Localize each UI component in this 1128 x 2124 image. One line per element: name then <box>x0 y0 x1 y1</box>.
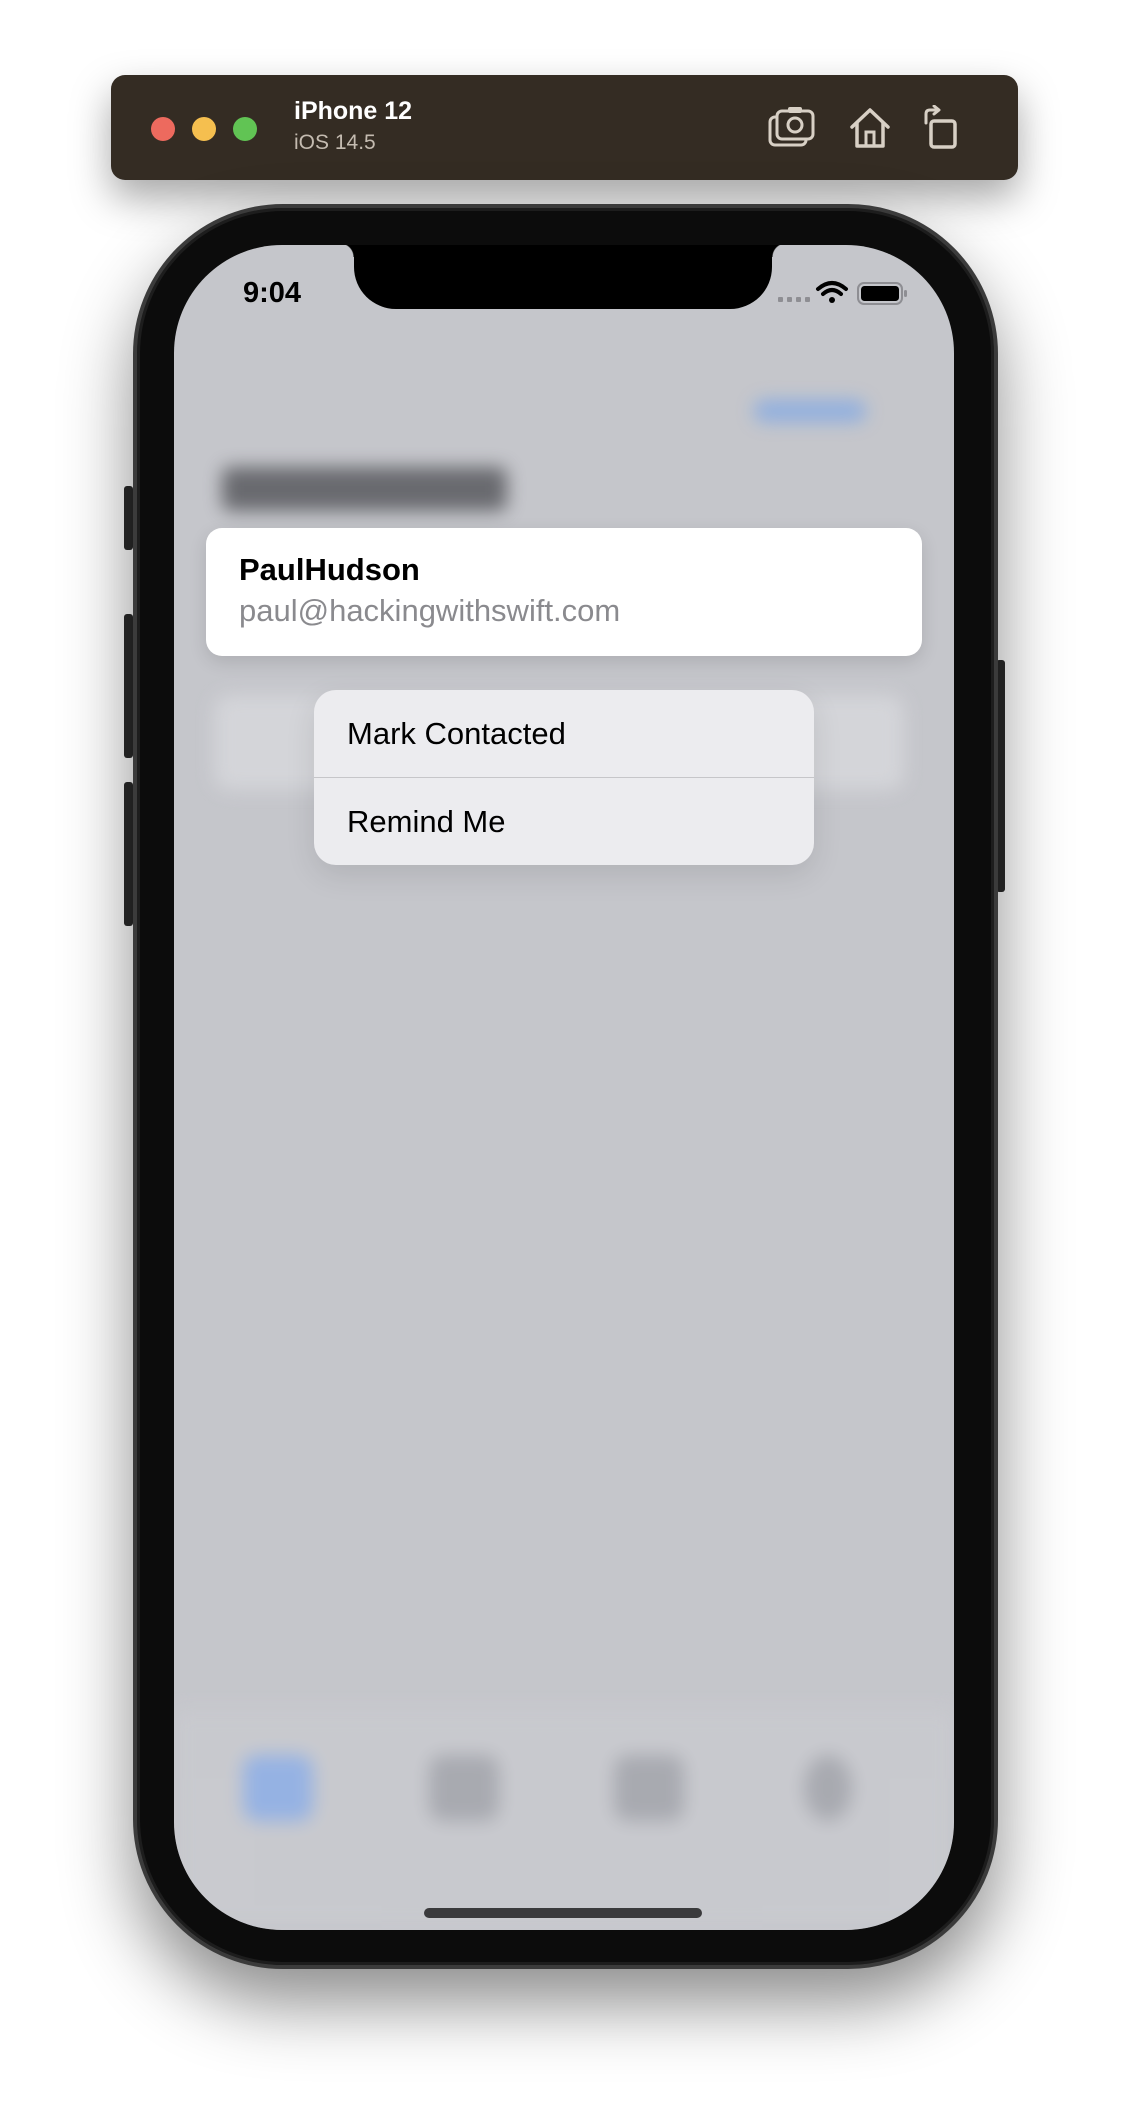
camera-icon <box>768 107 815 147</box>
device-screen: 9:04 PaulHudson paul@hackingwithswift.co… <box>174 245 954 1930</box>
status-time: 9:04 <box>243 277 302 309</box>
status-icons <box>778 279 918 309</box>
home-indicator[interactable] <box>424 1908 702 1918</box>
contact-email: paul@hackingwithswift.com <box>239 593 621 628</box>
window-close-button[interactable] <box>151 117 175 141</box>
home-button[interactable] <box>846 105 894 151</box>
blurred-background-app <box>174 245 954 1930</box>
blurred-tab-icon <box>804 1755 852 1821</box>
rotate-button[interactable] <box>921 104 961 151</box>
home-icon <box>850 108 890 148</box>
menu-item-remind-me[interactable]: Remind Me <box>314 778 814 865</box>
simulator-os-version: iOS 14.5 <box>294 131 376 154</box>
blurred-tab-icon <box>429 1755 499 1821</box>
silent-switch <box>124 486 133 550</box>
rotate-icon <box>924 104 957 149</box>
screenshot-button[interactable] <box>768 105 816 151</box>
window-zoom-button[interactable] <box>233 117 257 141</box>
signal-icon <box>778 297 810 302</box>
contact-preview-card: PaulHudson paul@hackingwithswift.com <box>206 528 922 656</box>
blurred-tab-icon <box>243 1755 313 1821</box>
battery-icon <box>857 282 907 305</box>
volume-down-button <box>124 782 133 926</box>
volume-up-button <box>124 614 133 758</box>
context-menu: Mark Contacted Remind Me <box>314 690 814 865</box>
blurred-tab-icon <box>614 1755 684 1821</box>
wifi-icon <box>816 281 848 303</box>
blurred-nav-button <box>754 400 866 422</box>
notch <box>340 245 786 309</box>
simulator-device-name: iPhone 12 <box>294 97 413 125</box>
menu-item-mark-contacted[interactable]: Mark Contacted <box>314 690 814 777</box>
simulator-title-bar: iPhone 12 iOS 14.5 <box>111 75 1018 180</box>
window-minimize-button[interactable] <box>192 117 216 141</box>
contact-name: PaulHudson <box>239 552 420 587</box>
blurred-large-title <box>222 467 507 511</box>
